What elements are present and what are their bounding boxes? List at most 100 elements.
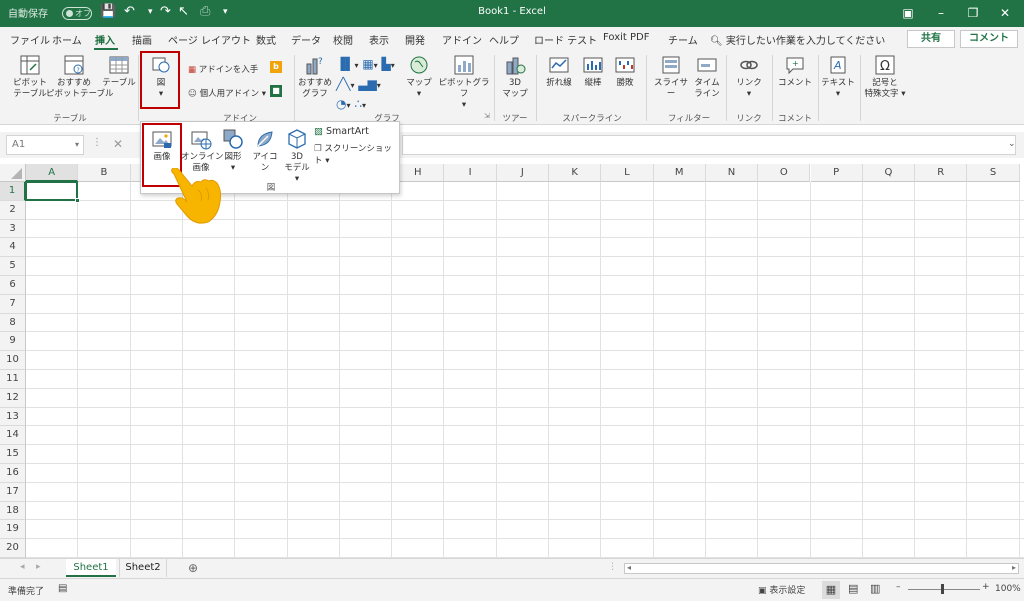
sparkline-winloss-button[interactable]: 勝敗 bbox=[610, 54, 640, 89]
line-chart-icon[interactable]: ╱╲ bbox=[336, 77, 350, 91]
sparkline-line-button[interactable]: 折れ線 bbox=[542, 54, 576, 89]
row-header[interactable]: 19 bbox=[0, 520, 26, 540]
column-header[interactable]: J bbox=[496, 164, 549, 182]
row-header[interactable]: 14 bbox=[0, 426, 26, 446]
expand-formula-icon[interactable]: ⌄ bbox=[1008, 139, 1016, 149]
3d-models-button[interactable]: 3D モデル ▾ bbox=[281, 128, 313, 185]
3d-map-button[interactable]: 3D マップ bbox=[498, 54, 532, 100]
my-addins-button[interactable]: ☺ 個人用アドイン ▾ bbox=[188, 87, 266, 99]
prev-sheet-icon[interactable]: ◂ bbox=[20, 562, 25, 572]
maps-button[interactable]: マップ ▾ bbox=[404, 54, 434, 100]
row-header[interactable]: 10 bbox=[0, 351, 26, 370]
statistic-chart-icon[interactable]: ▃▆ bbox=[358, 77, 376, 91]
sparkline-column-button[interactable]: 縦棒 bbox=[578, 54, 608, 89]
column-header[interactable]: N bbox=[705, 164, 759, 182]
tab-review[interactable]: 校閲 bbox=[333, 32, 353, 47]
row-header[interactable]: 9 bbox=[0, 332, 26, 352]
tab-draw[interactable]: 描画 bbox=[132, 32, 152, 47]
sheet-tab-sheet2[interactable]: Sheet2 bbox=[119, 559, 167, 577]
recommended-pivot-button[interactable]: ? おすすめ ピボットテーブル bbox=[46, 54, 114, 100]
macro-record-icon[interactable]: ▤ bbox=[58, 583, 67, 594]
fill-handle[interactable] bbox=[75, 197, 81, 203]
zoom-in-icon[interactable]: + bbox=[982, 582, 990, 592]
recommended-charts-button[interactable]: ? おすすめ グラフ bbox=[297, 54, 333, 100]
row-header[interactable]: 17 bbox=[0, 482, 26, 502]
column-header[interactable]: L bbox=[601, 164, 654, 182]
row-header[interactable]: 6 bbox=[0, 276, 26, 295]
scatter-chart-icon[interactable]: ∴ bbox=[354, 97, 362, 111]
row-header[interactable]: 12 bbox=[0, 388, 26, 408]
formula-input[interactable] bbox=[402, 135, 1016, 155]
tab-view[interactable]: 表示 bbox=[369, 32, 389, 47]
zoom-slider-thumb[interactable] bbox=[941, 584, 944, 594]
tab-home[interactable]: ホーム bbox=[52, 32, 82, 47]
column-header[interactable]: P bbox=[810, 164, 863, 182]
row-header[interactable]: 1 bbox=[0, 182, 26, 201]
row-header[interactable]: 13 bbox=[0, 407, 26, 427]
scroll-left-icon[interactable]: ◂ bbox=[627, 563, 631, 572]
column-header[interactable]: R bbox=[915, 164, 968, 182]
cancel-icon[interactable]: ✕ bbox=[113, 137, 123, 151]
timeline-button[interactable]: タイム ライン bbox=[692, 54, 722, 100]
tab-insert[interactable]: 挿入 bbox=[95, 32, 115, 47]
column-header[interactable]: B bbox=[78, 164, 131, 182]
tab-foxit-pdf[interactable]: Foxit PDF bbox=[603, 32, 649, 43]
tab-data[interactable]: データ bbox=[291, 32, 321, 47]
minimize-icon[interactable]: – bbox=[926, 3, 956, 23]
column-header[interactable]: M bbox=[653, 164, 706, 182]
pie-chart-icon[interactable]: ◔ bbox=[336, 97, 346, 111]
column-header[interactable]: A bbox=[26, 164, 79, 182]
tab-load-test[interactable]: ロード テスト bbox=[534, 32, 597, 47]
worksheet-grid[interactable]: ABCDEFGHIJKLMNOPQRS123456789101112131415… bbox=[0, 164, 1024, 558]
tab-developer[interactable]: 開発 bbox=[405, 32, 425, 47]
close-icon[interactable]: ✕ bbox=[990, 3, 1020, 23]
get-addins-button[interactable]: ▦ アドインを入手 bbox=[188, 63, 258, 75]
share-button[interactable]: 共有 bbox=[907, 30, 955, 48]
column-header[interactable]: Q bbox=[862, 164, 916, 182]
column-header[interactable]: S bbox=[967, 164, 1020, 182]
tab-file[interactable]: ファイル bbox=[10, 32, 50, 47]
icons-button[interactable]: アイコン bbox=[249, 128, 281, 174]
smartart-button[interactable]: ▧ SmartArt bbox=[314, 126, 369, 137]
row-header[interactable]: 18 bbox=[0, 501, 26, 521]
slicer-button[interactable]: スライサー bbox=[650, 54, 692, 100]
row-header[interactable]: 16 bbox=[0, 464, 26, 483]
row-header[interactable]: 3 bbox=[0, 219, 26, 239]
row-header[interactable]: 20 bbox=[0, 539, 26, 558]
chart-type-buttons[interactable]: ▐▌▾ ▦▾ ▙▾ ╱╲▾ ▃▆▾ ◔▾ ∴▾ bbox=[336, 55, 400, 115]
add-sheet-icon[interactable]: ⊕ bbox=[188, 561, 198, 575]
waterfall-chart-icon[interactable]: ▙ bbox=[382, 57, 391, 71]
horizontal-scrollbar[interactable]: ◂ ▸ bbox=[624, 563, 1019, 574]
zoom-level[interactable]: 100% bbox=[995, 584, 1021, 594]
row-header[interactable]: 15 bbox=[0, 445, 26, 464]
name-box[interactable]: A1 ▾ bbox=[6, 135, 84, 155]
hierarchy-chart-icon[interactable]: ▦ bbox=[362, 57, 373, 71]
column-header[interactable]: K bbox=[549, 164, 602, 182]
active-cell[interactable] bbox=[25, 181, 79, 201]
comments-button[interactable]: コメント bbox=[960, 30, 1018, 48]
row-header[interactable]: 7 bbox=[0, 294, 26, 314]
column-header[interactable]: O bbox=[758, 164, 811, 182]
sheet-tab-sheet1[interactable]: Sheet1 bbox=[66, 559, 116, 577]
row-header[interactable]: 11 bbox=[0, 370, 26, 389]
page-layout-view-icon[interactable]: ▤ bbox=[848, 582, 858, 595]
new-comment-button[interactable]: + コメント bbox=[776, 54, 814, 89]
select-all-corner[interactable] bbox=[0, 164, 26, 182]
scroll-right-icon[interactable]: ▸ bbox=[1012, 563, 1016, 572]
next-sheet-icon[interactable]: ▸ bbox=[36, 562, 41, 572]
tab-split-handle-icon[interactable]: ⋮ bbox=[608, 562, 617, 572]
tab-help[interactable]: ヘルプ bbox=[489, 32, 519, 47]
row-header[interactable]: 5 bbox=[0, 257, 26, 276]
people-graph-icon[interactable]: ■ bbox=[270, 85, 282, 97]
page-break-view-icon[interactable]: ▥ bbox=[870, 582, 880, 595]
link-button[interactable]: リンク ▾ bbox=[732, 54, 766, 100]
tab-formulas[interactable]: 数式 bbox=[256, 32, 276, 47]
tab-team[interactable]: チーム bbox=[668, 32, 698, 47]
table-button[interactable]: テーブル bbox=[102, 54, 136, 89]
tab-addins[interactable]: アドイン bbox=[442, 32, 482, 47]
row-header[interactable]: 4 bbox=[0, 238, 26, 258]
text-button[interactable]: A テキスト ▾ bbox=[820, 54, 856, 100]
column-chart-icon[interactable]: ▐▌ bbox=[336, 57, 354, 71]
tell-me-search[interactable]: 🔍︎ 実行したい作業を入力してください bbox=[710, 32, 885, 47]
dialog-launcher-icon[interactable]: ⇲ bbox=[484, 112, 490, 120]
